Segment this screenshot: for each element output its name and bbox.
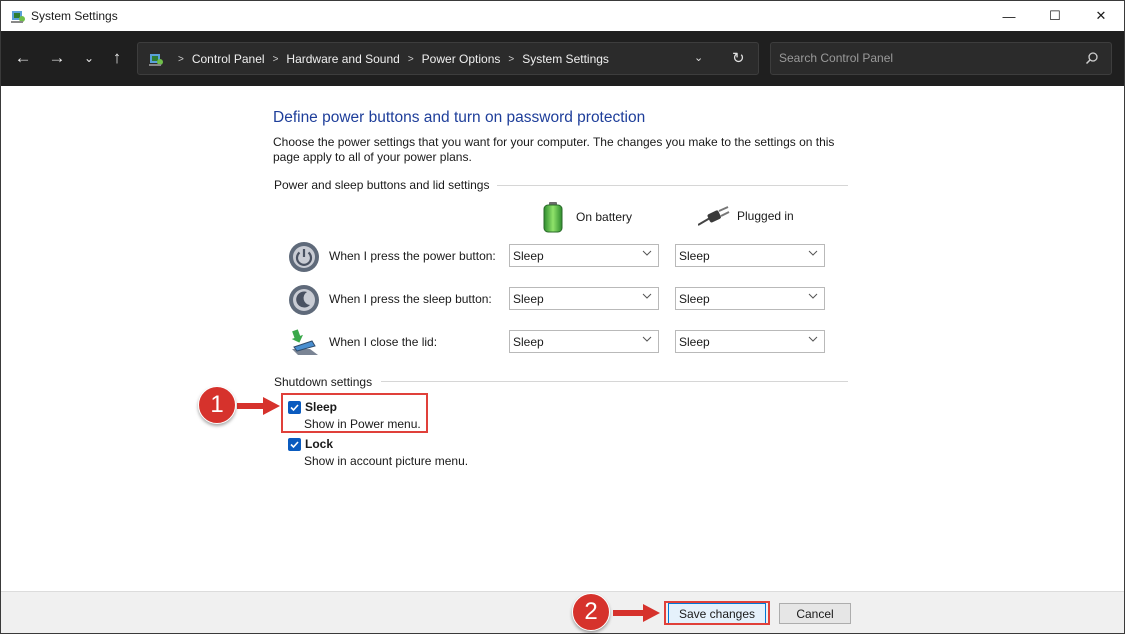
shutdown-section-header: Shutdown settings (274, 374, 381, 390)
sleep-button-label: When I press the sleep button: (329, 292, 492, 306)
select-value: Sleep (679, 292, 710, 306)
lock-option-desc: Show in account picture menu. (304, 454, 469, 468)
chevron-down-icon (642, 336, 652, 342)
page-description: Choose the power settings that you want … (273, 135, 835, 164)
cancel-button[interactable]: Cancel (779, 603, 851, 624)
select-value: Sleep (513, 292, 544, 306)
chevron-down-icon (808, 250, 818, 256)
section-divider (495, 185, 848, 186)
refresh-icon[interactable]: ↻ (732, 49, 745, 67)
up-button[interactable]: ↑ (105, 45, 129, 71)
search-icon[interactable] (1085, 51, 1099, 65)
chevron-down-icon (808, 293, 818, 299)
power-button-label: When I press the power button: (329, 249, 496, 263)
control-panel-icon (149, 54, 163, 66)
arrow-icon (237, 397, 280, 415)
minimize-button[interactable]: — (986, 1, 1032, 31)
breadcrumb-hardware-and-sound[interactable]: Hardware and Sound (286, 52, 399, 66)
plugged-in-label: Plugged in (737, 209, 794, 223)
address-dropdown-icon[interactable]: ⌄ (694, 51, 703, 64)
breadcrumb-control-panel[interactable]: Control Panel (192, 52, 265, 66)
close-lid-plugged-select[interactable]: Sleep (675, 330, 825, 353)
step-badge-2: 2 (572, 593, 610, 631)
power-plug-icon (698, 206, 730, 226)
chevron-down-icon (642, 293, 652, 299)
checkmark-icon (290, 441, 299, 449)
select-value: Sleep (679, 249, 710, 263)
sleep-button-plugged-select[interactable]: Sleep (675, 287, 825, 310)
battery-icon (543, 202, 563, 233)
highlight-box-save (664, 601, 770, 625)
lock-checkbox[interactable] (288, 438, 301, 451)
power-button-icon (289, 242, 319, 272)
breadcrumb-separator[interactable]: > (273, 54, 279, 65)
chevron-down-icon (642, 250, 652, 256)
page-title: Define power buttons and turn on passwor… (273, 109, 646, 126)
select-value: Sleep (513, 249, 544, 263)
recent-locations-button[interactable]: ⌄ (77, 45, 101, 71)
highlight-box-sleep (281, 393, 428, 433)
on-battery-label: On battery (576, 210, 633, 224)
sleep-button-icon (289, 285, 319, 315)
system-settings-window: System Settings — ☐ ✕ ← → ⌄ ↑ > Control … (0, 0, 1125, 634)
control-panel-icon (11, 11, 25, 23)
sleep-button-battery-select[interactable]: Sleep (509, 287, 659, 310)
close-lid-battery-select[interactable]: Sleep (509, 330, 659, 353)
address-bar[interactable]: > Control Panel > Hardware and Sound > P… (137, 42, 759, 75)
select-value: Sleep (679, 335, 710, 349)
step-badge-1: 1 (198, 386, 236, 424)
search-box[interactable] (770, 42, 1112, 75)
plugged-in-header: Plugged in (698, 205, 794, 227)
close-button[interactable]: ✕ (1078, 1, 1124, 31)
main-content: Define power buttons and turn on passwor… (1, 86, 1124, 591)
search-input[interactable] (779, 51, 1069, 65)
footer-bar: Save changes Cancel 2 (1, 591, 1124, 633)
forward-button[interactable]: → (45, 45, 69, 71)
breadcrumb-separator: > (178, 53, 184, 65)
breadcrumb-power-options[interactable]: Power Options (422, 52, 501, 66)
close-lid-label: When I close the lid: (329, 335, 438, 349)
lock-option-title: Lock (305, 437, 334, 451)
power-section-label: Power and sleep buttons and lid settings (274, 178, 498, 192)
navigation-bar: ← → ⌄ ↑ > Control Panel > Hardware and S… (1, 31, 1124, 86)
arrow-icon (613, 604, 660, 622)
breadcrumb-separator[interactable]: > (508, 54, 514, 65)
back-button[interactable]: ← (11, 45, 35, 71)
power-button-battery-select[interactable]: Sleep (509, 244, 659, 267)
select-value: Sleep (513, 335, 544, 349)
breadcrumb-separator[interactable]: > (408, 54, 414, 65)
maximize-button[interactable]: ☐ (1032, 1, 1078, 31)
section-divider (381, 381, 848, 382)
laptop-lid-icon (291, 329, 318, 355)
breadcrumb-system-settings[interactable]: System Settings (522, 52, 609, 66)
chevron-down-icon (808, 336, 818, 342)
shutdown-section-label: Shutdown settings (274, 375, 381, 389)
power-section-header: Power and sleep buttons and lid settings (274, 177, 498, 193)
title-bar: System Settings — ☐ ✕ (1, 1, 1124, 31)
window-title: System Settings (31, 9, 118, 23)
on-battery-header: On battery (542, 201, 632, 233)
breadcrumb: > Control Panel > Hardware and Sound > P… (170, 52, 609, 66)
power-button-plugged-select[interactable]: Sleep (675, 244, 825, 267)
